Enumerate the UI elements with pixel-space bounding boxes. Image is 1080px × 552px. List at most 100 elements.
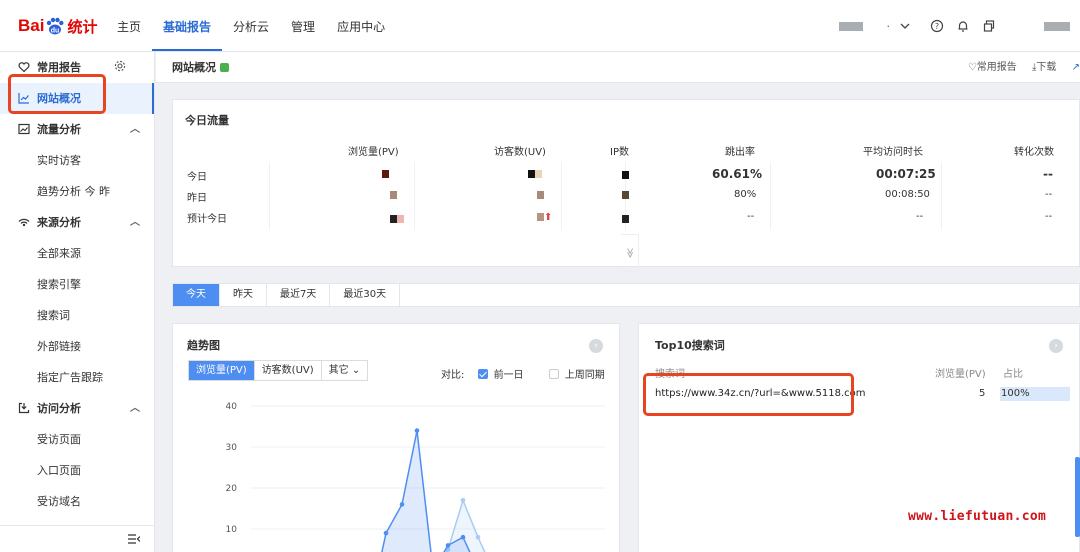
svg-text:?: ? xyxy=(935,22,939,31)
bounce-today: 60.61% xyxy=(712,167,762,181)
collapse-sidebar-icon[interactable] xyxy=(128,534,140,544)
top-nav: 主页 基础报告 分析云 管理 应用中心 xyxy=(106,0,396,52)
sidebar-item-all-sources[interactable]: 全部来源 xyxy=(0,238,154,269)
more-arrow-icon[interactable]: › xyxy=(589,339,603,353)
pv-today-blurred xyxy=(382,169,389,180)
add-favorite-button[interactable]: ♡常用报告 xyxy=(968,62,1017,73)
today-flow-title: 今日流量 xyxy=(185,114,229,127)
topnav-home[interactable]: 主页 xyxy=(106,0,152,52)
metric-tab-pv[interactable]: 浏览量(PV) xyxy=(189,361,255,380)
data-point xyxy=(399,502,405,507)
sidebar-item-visited-pages[interactable]: 受访页面 xyxy=(0,424,154,455)
feedback-side-tab[interactable] xyxy=(1075,457,1080,537)
data-point xyxy=(445,543,451,548)
uv-forecast-blurred: ⬆ xyxy=(537,212,552,223)
sidebar-item-external-links[interactable]: 外部链接 xyxy=(0,331,154,362)
conversions-today: -- xyxy=(1043,167,1053,181)
page-actions: ♡常用报告 ⤓下载 ↗ xyxy=(968,52,1080,83)
sidebar-item-ad-tracking[interactable]: 指定广告跟踪 xyxy=(0,362,154,393)
metric-tab-uv[interactable]: 访客数(UV) xyxy=(255,361,322,380)
col-ip: IP数 xyxy=(610,147,629,158)
new-badge-icon xyxy=(220,63,229,72)
row-yesterday-label: 昨日 xyxy=(187,193,207,204)
copy-icon[interactable] xyxy=(982,19,996,33)
ip-yesterday-blurred xyxy=(622,190,629,201)
data-point xyxy=(460,498,466,503)
row-forecast-label: 预计今日 xyxy=(187,214,227,225)
topnav-basic-report[interactable]: 基础报告 xyxy=(152,0,223,51)
page-title: 网站概况 xyxy=(172,52,229,83)
uv-yesterday-blurred xyxy=(537,190,544,201)
metric-tabs: 浏览量(PV) 访客数(UV) 其它 ⌄ xyxy=(188,360,369,381)
sidebar-item-search-words[interactable]: 搜索词 xyxy=(0,300,154,331)
previous-day-label: 前一日 xyxy=(493,370,524,381)
arrow-up-icon: ⬆ xyxy=(544,212,553,223)
metric-tab-other[interactable]: 其它 ⌄ xyxy=(322,361,368,380)
tab-last-7-days[interactable]: 最近7天 xyxy=(267,284,331,306)
sidebar-item-domains[interactable]: 受访域名 xyxy=(0,486,154,517)
y-tick-label: 20 xyxy=(226,484,238,494)
duration-today: 00:07:25 xyxy=(876,167,936,181)
tab-today[interactable]: 今天 xyxy=(173,284,220,306)
trend-panel: 趋势图 › 浏览量(PV) 访客数(UV) 其它 ⌄ 对比: 前一日 上周同期 … xyxy=(172,323,620,552)
highlight-box-overview xyxy=(8,74,106,114)
bounce-yesterday: 80% xyxy=(734,189,757,200)
tab-last-30-days[interactable]: 最近30天 xyxy=(330,284,401,306)
sidebar-group-traffic[interactable]: 流量分析 ︿ xyxy=(0,114,154,145)
y-tick-label: 30 xyxy=(226,443,238,453)
baidu-tongji-logo[interactable]: Bai du 统计 xyxy=(18,14,97,38)
sidebar-group-visit[interactable]: 访问分析 ︿ xyxy=(0,393,154,424)
user-name-blurred[interactable] xyxy=(1044,21,1070,31)
site-selector-blurred[interactable] xyxy=(838,21,863,31)
compare-label: 对比: xyxy=(441,370,465,381)
top10-pv-value: 5 xyxy=(979,388,986,399)
conversions-forecast: -- xyxy=(1045,211,1053,222)
sidebar-item-trend[interactable]: 趋势分析 今 昨 xyxy=(0,176,154,207)
sidebar-item-realtime[interactable]: 实时访客 xyxy=(0,145,154,176)
ip-forecast-blurred xyxy=(622,214,629,225)
share-button[interactable]: ↗ xyxy=(1072,62,1080,73)
tab-yesterday[interactable]: 昨天 xyxy=(220,284,267,306)
logo-text-tongji: 统计 xyxy=(67,17,98,36)
topnav-analysis-cloud[interactable]: 分析云 xyxy=(222,0,280,52)
data-point xyxy=(460,534,466,540)
pv-forecast-blurred xyxy=(390,214,404,225)
bell-icon[interactable] xyxy=(956,19,970,33)
col-uv: 访客数(UV) xyxy=(494,147,546,158)
y-tick-label: 40 xyxy=(226,402,238,412)
bounce-forecast: -- xyxy=(747,211,755,222)
help-icon[interactable]: ? xyxy=(930,19,944,33)
separator-dot: · xyxy=(886,19,891,33)
sidebar-group-source[interactable]: 来源分析 ︿ xyxy=(0,207,154,238)
today-flow-panel: 今日流量 浏览量(PV) 访客数(UV) IP数 跳出率 平均访问时长 转化次数… xyxy=(172,99,1080,272)
topnav-app-center[interactable]: 应用中心 xyxy=(326,0,396,52)
chevron-up-icon[interactable]: ︿ xyxy=(130,393,140,424)
logo-text-du: du xyxy=(51,28,60,35)
duration-forecast: -- xyxy=(916,211,924,222)
sidebar-footer xyxy=(0,525,154,552)
y-tick-label: 10 xyxy=(226,525,238,535)
sidebar-group-traffic-label: 流量分析 xyxy=(37,123,81,136)
topnav-manage[interactable]: 管理 xyxy=(280,0,326,52)
more-arrow-icon[interactable]: › xyxy=(1049,339,1063,353)
chevron-down-icon[interactable] xyxy=(900,19,910,33)
col-pv: 浏览量(PV) xyxy=(348,147,399,158)
gear-icon[interactable] xyxy=(114,60,126,72)
expand-button[interactable]: ≫ xyxy=(621,234,639,272)
date-tabs: 今天 昨天 最近7天 最近30天 xyxy=(172,283,1080,307)
checkbox-previous-day[interactable] xyxy=(477,369,488,379)
top10-header-pv: 浏览量(PV) xyxy=(935,369,986,380)
data-point xyxy=(414,428,420,433)
sidebar-item-search-engine[interactable]: 搜索引擎 xyxy=(0,269,154,300)
enter-icon xyxy=(18,402,30,414)
top-bar: Bai du 统计 主页 基础报告 分析云 管理 应用中心 · ? xyxy=(0,0,1080,52)
chevron-up-icon[interactable]: ︿ xyxy=(130,114,140,145)
trend-chart: 40 30 20 10 xyxy=(226,402,605,552)
conversions-yesterday: -- xyxy=(1045,189,1053,200)
sidebar: 常用报告 网站概况 流量分析 ︿ 实时访客 趋势分析 今 昨 来源分析 ︿ 全部… xyxy=(0,52,155,552)
sidebar-favorites-label: 常用报告 xyxy=(37,61,81,74)
chevron-up-icon[interactable]: ︿ xyxy=(130,207,140,238)
checkbox-last-week[interactable] xyxy=(548,369,559,379)
sidebar-item-entry-pages[interactable]: 入口页面 xyxy=(0,455,154,486)
download-button[interactable]: ⤓下载 xyxy=(1032,62,1056,73)
